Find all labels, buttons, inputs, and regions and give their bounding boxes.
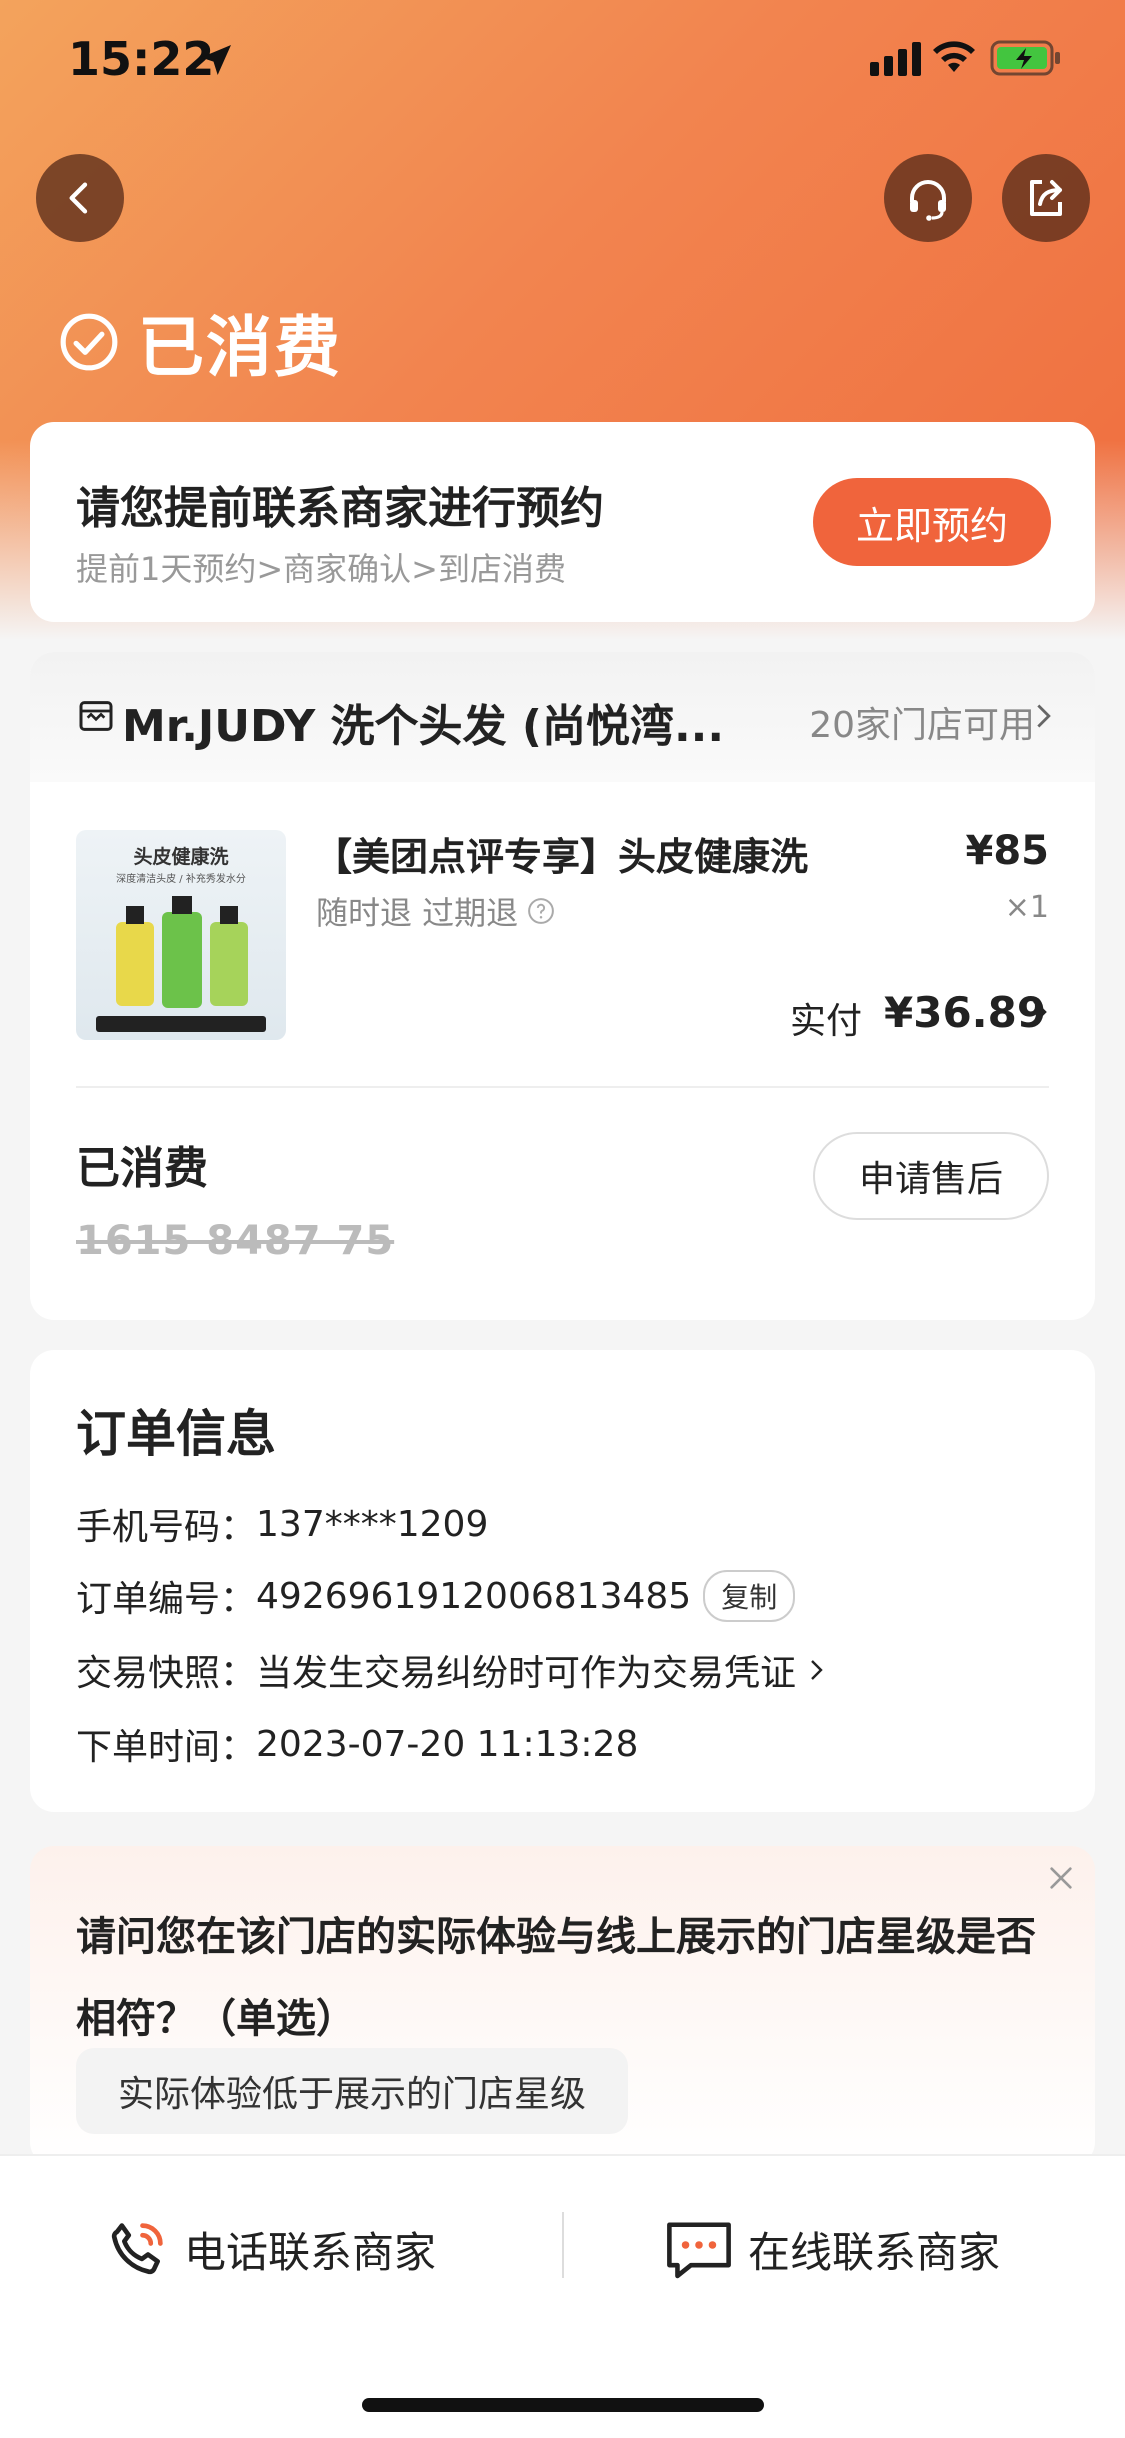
phone-icon bbox=[111, 2223, 163, 2275]
after-sale-button[interactable]: 申请售后 bbox=[813, 1132, 1049, 1220]
product-quantity: ×1 bbox=[1004, 890, 1049, 925]
survey-card: 请问您在该门店的实际体验与线上展示的门店星级是否相符？（单选） 实际体验低于展示… bbox=[30, 1846, 1095, 2166]
phone-label: 手机号码： bbox=[76, 1507, 257, 1548]
cellular-signal-icon bbox=[870, 42, 924, 80]
product-image: 头皮健康洗 深度清洁头皮 / 补充秀发水分 bbox=[76, 830, 286, 1040]
chat-merchant-button[interactable]: 在线联系商家 bbox=[664, 2216, 1000, 2282]
phone-value: 137****1209 bbox=[256, 1503, 489, 1545]
voucher-code: 1615 8487 75 bbox=[76, 1218, 395, 1264]
store-name: Mr.JUDY 洗个头发 (尚悦湾... bbox=[122, 701, 722, 752]
battery-charging-icon bbox=[990, 38, 1062, 82]
chat-merchant-label: 在线联系商家 bbox=[748, 2227, 1001, 2277]
booking-card: 请您提前联系商家进行预约 提前1天预约>商家确认>到店消费 立即预约 bbox=[30, 422, 1095, 622]
refund-tags: 随时退 过期退 bbox=[316, 888, 556, 934]
call-merchant-button[interactable]: 电话联系商家 bbox=[104, 2216, 436, 2282]
voucher-status: 已消费 bbox=[76, 1143, 208, 1194]
thumb-banner bbox=[96, 1016, 266, 1032]
order-number-value: 4926961912006813485 bbox=[256, 1575, 692, 1617]
divider bbox=[76, 1086, 1049, 1088]
thumb-subtitle: 深度清洁头皮 / 补充秀发水分 bbox=[116, 874, 246, 885]
chevron-right-icon bbox=[811, 1660, 823, 1680]
copy-button[interactable]: 复制 bbox=[703, 1570, 796, 1622]
snapshot-text: 当发生交易纠纷时可作为交易凭证 bbox=[256, 1653, 797, 1694]
home-indicator bbox=[362, 2398, 764, 2412]
bottom-action-bar: 电话联系商家 在线联系商家 bbox=[0, 2154, 1125, 2438]
chevron-right-icon bbox=[1037, 704, 1051, 728]
product-card: Mr.JUDY 洗个头发 (尚悦湾... 20家门店可用 头皮健康洗 深度清洁头… bbox=[30, 652, 1095, 1320]
paid-amount[interactable]: ¥36.89 bbox=[884, 988, 1046, 1037]
order-info-card: 订单信息 手机号码： 137****1209 订单编号： 49269619120… bbox=[30, 1350, 1095, 1812]
thumb-title: 头皮健康洗 bbox=[133, 846, 229, 868]
share-button[interactable] bbox=[1002, 154, 1090, 242]
booking-steps: 提前1天预约>商家确认>到店消费 bbox=[76, 550, 566, 588]
store-bar[interactable]: Mr.JUDY 洗个头发 (尚悦湾... 20家门店可用 bbox=[30, 652, 1095, 782]
order-time-row: 下单时间： 2023-07-20 11:13:28 bbox=[76, 1718, 638, 1770]
status-time: 15:22 bbox=[68, 32, 215, 86]
help-icon[interactable] bbox=[526, 896, 556, 926]
back-button[interactable] bbox=[36, 154, 124, 242]
status-bar: 15:22 bbox=[0, 0, 1125, 120]
product-price: ¥85 bbox=[965, 828, 1050, 874]
chevron-right-icon[interactable] bbox=[1025, 998, 1053, 1026]
order-status-title: 已消费 bbox=[58, 294, 342, 390]
order-number-label: 订单编号： bbox=[76, 1579, 257, 1620]
snapshot-label: 交易快照： bbox=[76, 1653, 257, 1694]
product-name: 【美团点评专享】头皮健康洗 bbox=[314, 835, 809, 879]
order-number-row: 订单编号： 4926961912006813485 复制 bbox=[76, 1570, 796, 1622]
paid-label: 实付 bbox=[790, 1001, 863, 1042]
headset-icon bbox=[910, 180, 946, 221]
booking-title: 请您提前联系商家进行预约 bbox=[76, 483, 604, 534]
phone-row: 手机号码： 137****1209 bbox=[76, 1498, 488, 1550]
survey-option[interactable]: 实际体验低于展示的门店星级 bbox=[76, 2048, 629, 2134]
order-info-title: 订单信息 bbox=[76, 1405, 276, 1463]
status-title-text: 已消费 bbox=[138, 309, 342, 386]
chevron-left-icon bbox=[69, 182, 88, 214]
available-stores: 20家门店可用 bbox=[809, 705, 1035, 746]
chat-icon bbox=[667, 2222, 731, 2279]
divider bbox=[562, 2212, 564, 2278]
order-time-label: 下单时间： bbox=[76, 1727, 257, 1768]
call-merchant-label: 电话联系商家 bbox=[184, 2227, 437, 2277]
bottles-illustration bbox=[116, 896, 248, 1008]
customer-service-button[interactable] bbox=[884, 154, 972, 242]
order-time-value: 2023-07-20 11:13:28 bbox=[256, 1723, 639, 1765]
wifi-icon bbox=[930, 38, 978, 78]
survey-question: 请问您在该门店的实际体验与线上展示的门店星级是否相符？（单选） bbox=[76, 1914, 1036, 2042]
location-arrow-icon bbox=[196, 40, 236, 84]
snapshot-row[interactable]: 交易快照： 当发生交易纠纷时可作为交易凭证 bbox=[76, 1644, 828, 1696]
share-icon bbox=[1030, 180, 1062, 216]
check-circle-icon bbox=[60, 313, 118, 371]
close-icon[interactable] bbox=[1045, 1862, 1077, 1894]
store-icon bbox=[79, 701, 113, 731]
book-now-button[interactable]: 立即预约 bbox=[813, 478, 1051, 566]
refund-tags-text: 随时退 过期退 bbox=[316, 894, 519, 932]
